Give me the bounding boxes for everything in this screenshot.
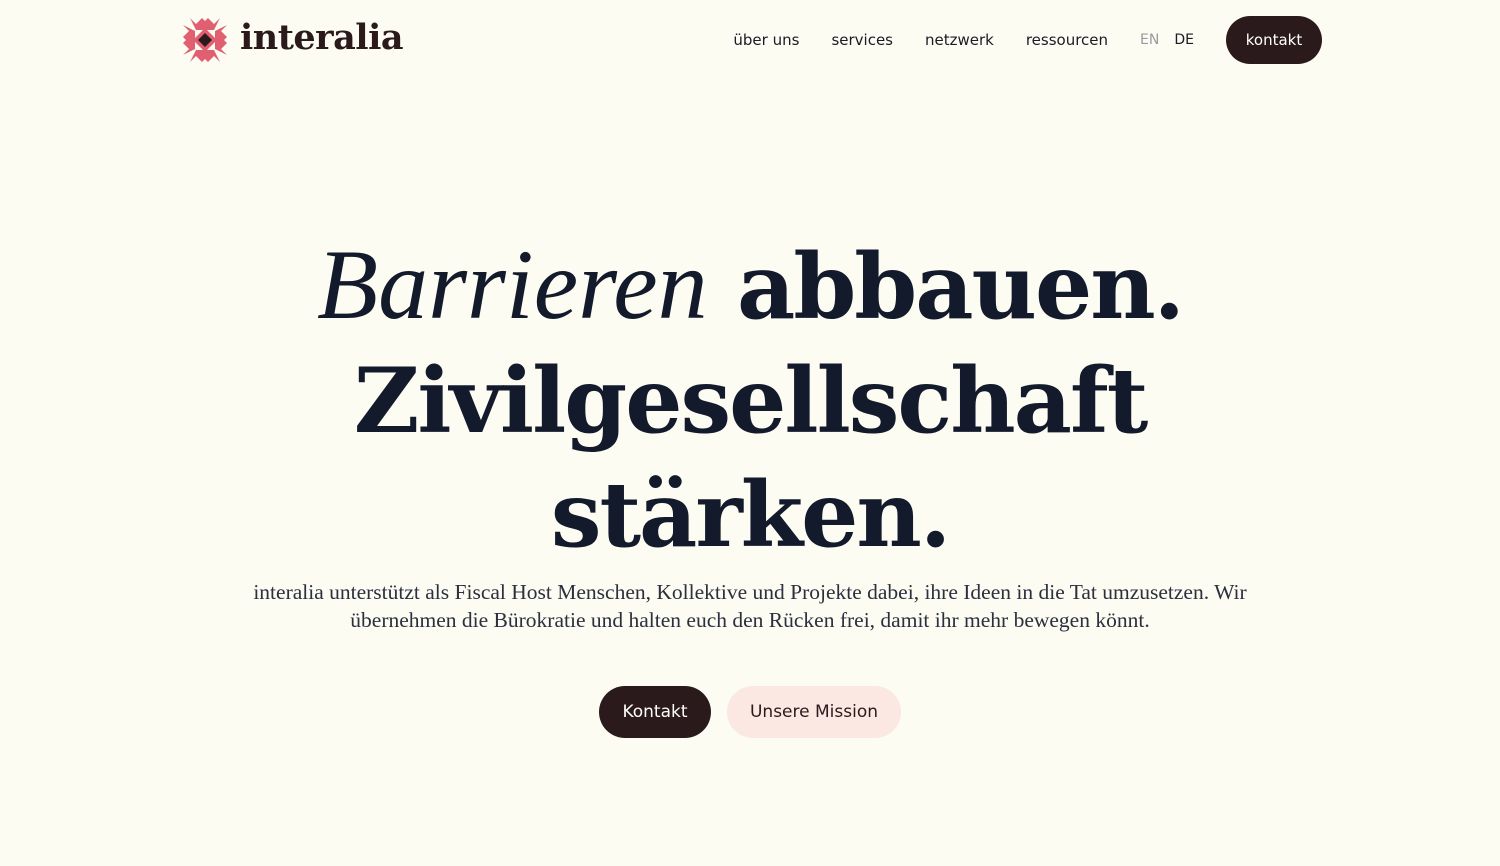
logo-link[interactable]: interalia — [181, 16, 404, 64]
contact-button[interactable]: Kontakt — [599, 686, 711, 738]
site-header: interalia über uns services netzwerk res… — [181, 16, 1322, 64]
hero-headline: Barrieren abbauen. Zivilgesellschaft stä… — [0, 228, 1500, 572]
nav-link-services[interactable]: services — [831, 32, 893, 48]
headline-italic-word: Barrieren — [317, 229, 708, 340]
mission-button[interactable]: Unsere Mission — [727, 686, 901, 738]
page: interalia über uns services netzwerk res… — [0, 0, 1500, 866]
nav-link-netzwerk[interactable]: netzwerk — [925, 32, 994, 48]
main-nav: über uns services netzwerk ressourcen EN… — [733, 16, 1322, 64]
headline-line-3: stärken. — [550, 462, 951, 568]
flower-logo-icon — [183, 18, 227, 62]
hero-section: Barrieren abbauen. Zivilgesellschaft stä… — [0, 228, 1500, 572]
language-switcher: EN DE — [1140, 33, 1194, 47]
nav-link-ressourcen[interactable]: ressourcen — [1026, 32, 1108, 48]
headline-line-1: Barrieren abbauen. — [0, 228, 1500, 344]
headline-line-2: Zivilgesellschaft — [353, 348, 1149, 454]
headline-word-abbauen: abbauen. — [737, 234, 1185, 340]
hero-actions: Kontakt Unsere Mission — [0, 686, 1500, 738]
brand-name: interalia — [240, 16, 404, 58]
nav-link-ueber-uns[interactable]: über uns — [733, 32, 799, 48]
hero-intro-text: interalia unterstützt als Fiscal Host Me… — [253, 580, 1247, 632]
language-de-link[interactable]: DE — [1174, 33, 1194, 47]
header-contact-button[interactable]: kontakt — [1226, 16, 1322, 64]
language-en-link[interactable]: EN — [1140, 33, 1159, 47]
